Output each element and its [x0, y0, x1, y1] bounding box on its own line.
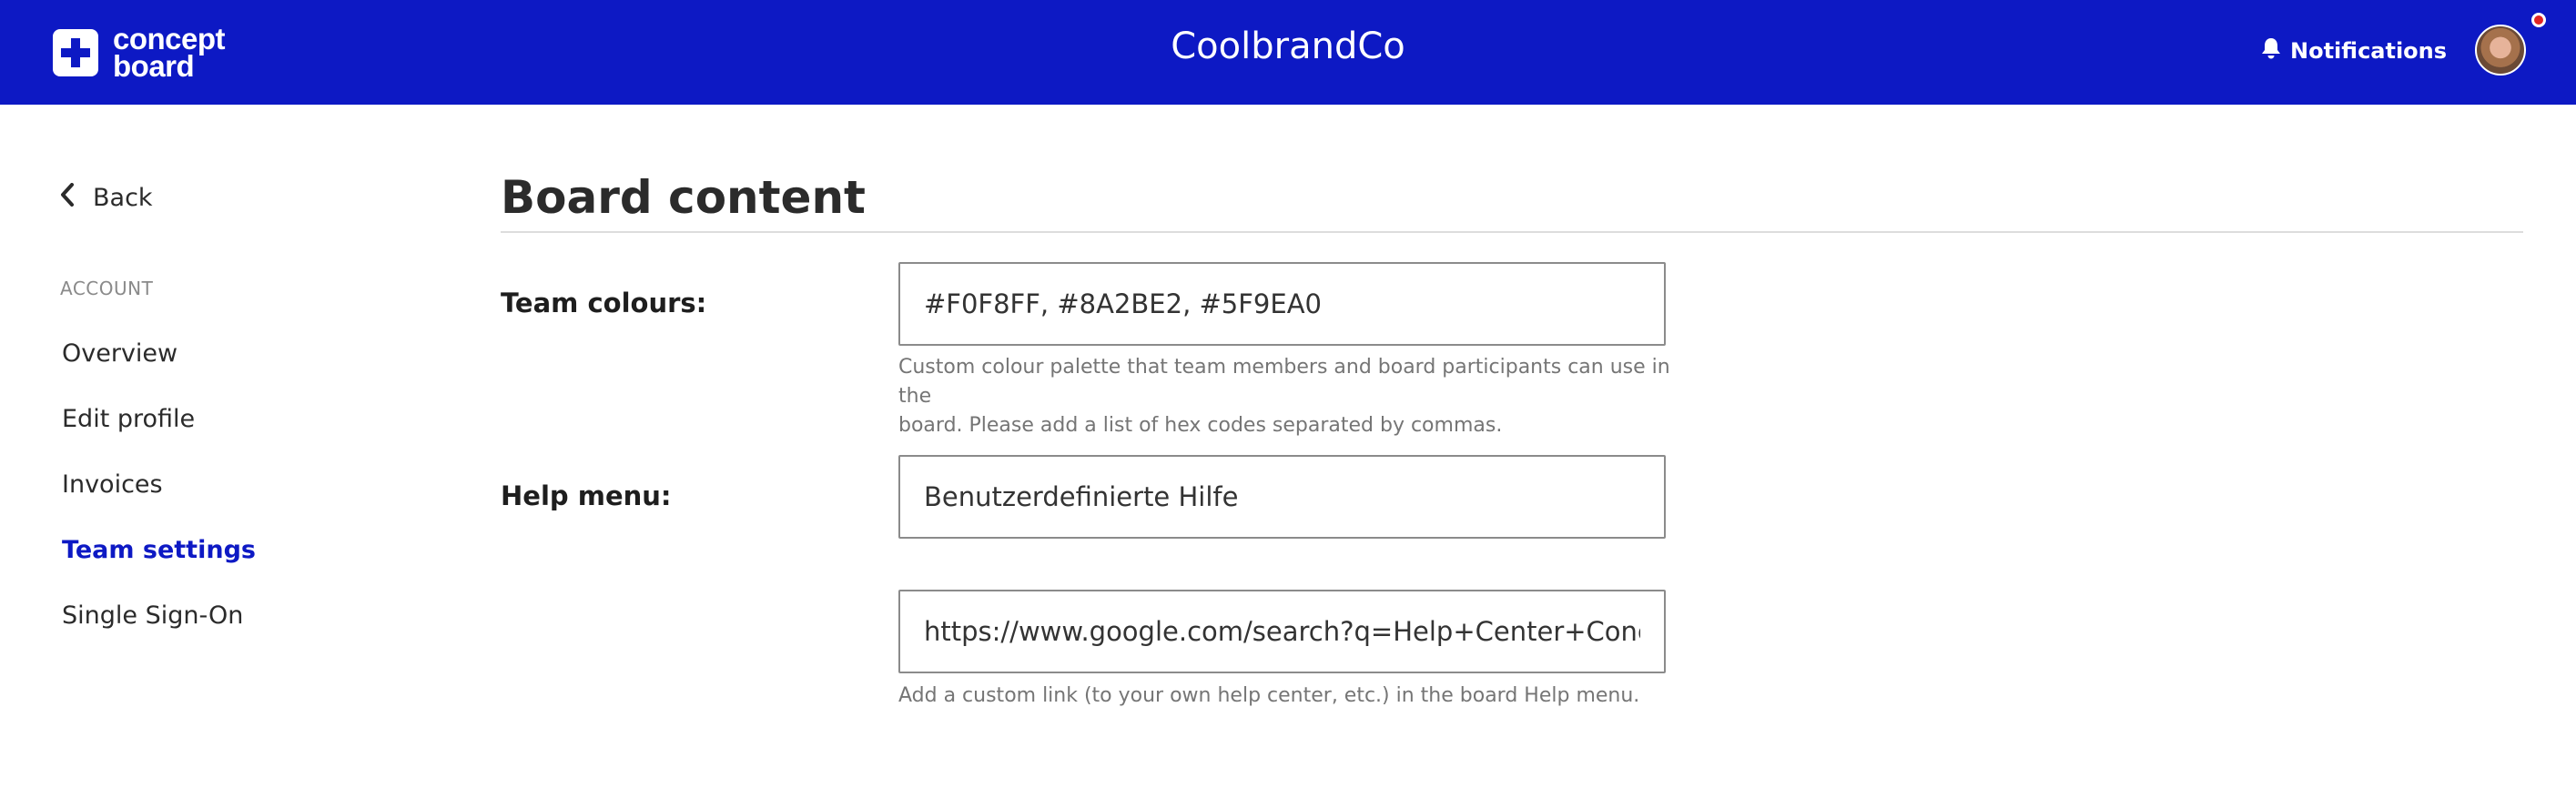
- team-colours-help: Custom colour palette that team members …: [898, 353, 1681, 440]
- team-colours-input[interactable]: [898, 262, 1666, 346]
- sidebar-item-single-sign-on[interactable]: Single Sign-On: [62, 601, 243, 630]
- top-bar: concept board CoolbrandCo Notifications: [0, 0, 2576, 105]
- chevron-left-icon: [60, 182, 75, 213]
- back-label: Back: [93, 183, 153, 212]
- team-colours-help-line-2: board. Please add a list of hex codes se…: [898, 414, 1503, 437]
- help-menu-url-input[interactable]: [898, 590, 1666, 673]
- notifications-button[interactable]: Notifications: [2261, 35, 2447, 67]
- sidebar-item-invoices[interactable]: Invoices: [62, 470, 163, 499]
- sidebar-item-overview[interactable]: Overview: [62, 339, 177, 368]
- account-section-label: ACCOUNT: [60, 278, 154, 299]
- help-menu-help: Add a custom link (to your own help cent…: [898, 684, 1640, 707]
- sidebar-item-team-settings[interactable]: Team settings: [62, 536, 256, 564]
- team-colours-help-line-1: Custom colour palette that team members …: [898, 356, 1670, 408]
- help-menu-label: Help menu:: [501, 480, 672, 511]
- title-divider: [501, 231, 2523, 233]
- notification-status-dot: [2531, 13, 2546, 27]
- help-menu-name-input[interactable]: [898, 455, 1666, 539]
- team-brand-title: CoolbrandCo: [1171, 25, 1405, 67]
- page-title: Board content: [501, 171, 866, 224]
- bell-icon: [2261, 37, 2281, 65]
- team-colours-label: Team colours:: [501, 288, 707, 318]
- sidebar-item-edit-profile[interactable]: Edit profile: [62, 405, 195, 433]
- user-avatar[interactable]: [2475, 25, 2526, 76]
- notifications-label: Notifications: [2290, 38, 2448, 64]
- back-link[interactable]: Back: [60, 179, 153, 216]
